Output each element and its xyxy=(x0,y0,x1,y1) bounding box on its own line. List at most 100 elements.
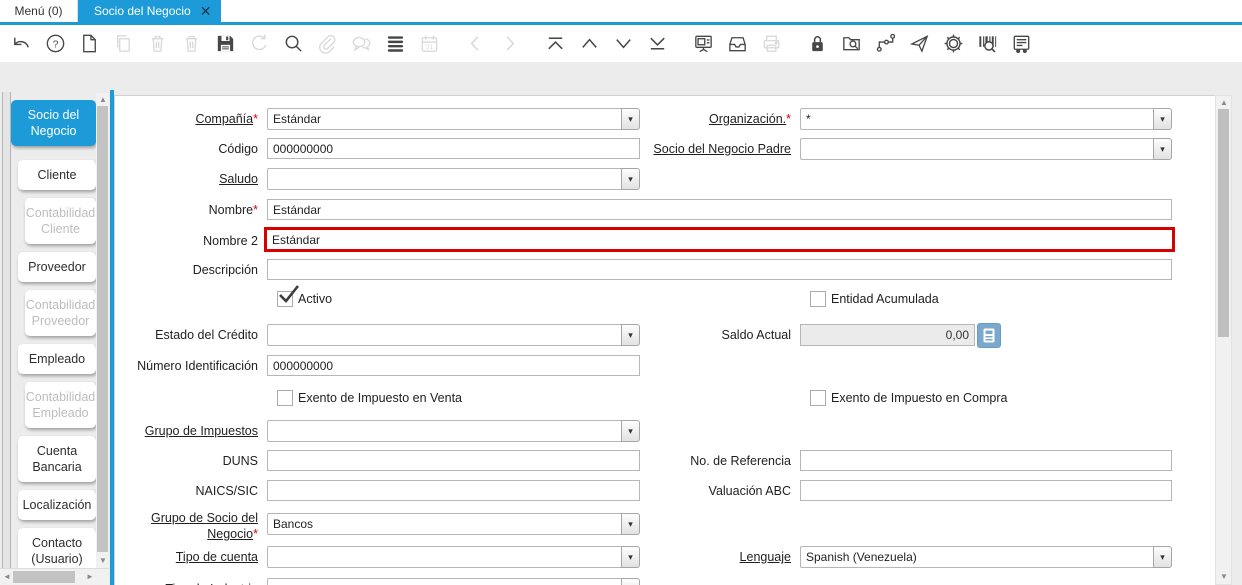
content-vscroll-thumb[interactable] xyxy=(1218,109,1229,337)
next-record-icon[interactable] xyxy=(612,32,635,55)
no-referencia-input[interactable] xyxy=(800,450,1172,471)
chat-icon xyxy=(350,32,373,55)
archive-icon[interactable] xyxy=(726,32,749,55)
field-label-saludo[interactable]: Saludo xyxy=(219,172,258,186)
grupo-socio-combo: ▾ xyxy=(267,513,640,535)
naics-input[interactable] xyxy=(267,480,640,501)
field-label-descripcion: Descripción xyxy=(192,263,258,277)
sidebar-horizontal-scrollbar[interactable]: ◄ ► xyxy=(0,568,109,585)
field-label-tipo-cuenta[interactable]: Tipo de cuenta xyxy=(176,550,258,564)
saludo-input[interactable] xyxy=(267,168,621,190)
sidebar-tabs: Socio del Negocio Cliente Contabilidad C… xyxy=(11,100,96,568)
field-label-compania[interactable]: Compañía xyxy=(195,112,253,126)
field-label-grupo-socio[interactable]: Grupo de Socio del Negocio xyxy=(151,511,258,541)
new-record-icon[interactable] xyxy=(78,32,101,55)
scroll-right-icon[interactable]: ► xyxy=(86,573,94,581)
workflow-icon[interactable] xyxy=(874,32,897,55)
scroll-down-icon[interactable]: ▼ xyxy=(99,557,107,565)
find-icon[interactable] xyxy=(282,32,305,55)
field-label-grupo-impuestos[interactable]: Grupo de Impuestos xyxy=(145,424,258,438)
process-icon[interactable] xyxy=(942,32,965,55)
west-splitter[interactable] xyxy=(2,92,11,585)
organizacion-input[interactable] xyxy=(800,108,1153,130)
exento-compra-checkbox[interactable]: Exento de Impuesto en Compra xyxy=(810,388,1172,408)
sidebar-vscroll-thumb[interactable] xyxy=(97,106,108,552)
tipo-industria-input[interactable] xyxy=(267,578,621,585)
sidebar-tab-cliente[interactable]: Cliente xyxy=(18,160,96,190)
help-icon[interactable]: ? xyxy=(44,32,67,55)
first-record-icon[interactable] xyxy=(544,32,567,55)
numero-identificacion-input[interactable] xyxy=(267,355,640,376)
tipo-cuenta-input[interactable] xyxy=(267,546,621,568)
sidebar-tab-proveedor[interactable]: Proveedor xyxy=(18,252,96,282)
field-label-tipo-industria: Tipo de Industria xyxy=(115,578,258,585)
scroll-up-icon[interactable]: ▲ xyxy=(99,96,107,104)
duns-input[interactable] xyxy=(267,450,640,471)
copy-record-icon xyxy=(112,32,135,55)
activo-checkbox[interactable]: Activo xyxy=(277,285,640,309)
sidebar-tab-contacto-usuario[interactable]: Contacto (Usuario) xyxy=(18,528,96,568)
chevron-down-icon[interactable]: ▾ xyxy=(621,420,640,442)
form-view-icon[interactable] xyxy=(692,32,715,55)
undo-icon[interactable] xyxy=(10,32,33,55)
chevron-down-icon[interactable]: ▾ xyxy=(621,513,640,535)
sidebar-tab-socio-del-negocio[interactable]: Socio del Negocio xyxy=(11,100,96,146)
codigo-input[interactable] xyxy=(267,138,640,159)
entidad-acumulada-checkbox[interactable]: Entidad Acumulada xyxy=(810,289,1172,309)
chevron-down-icon[interactable]: ▾ xyxy=(621,324,640,346)
save-icon[interactable] xyxy=(214,32,237,55)
chevron-down-icon[interactable]: ▾ xyxy=(1153,138,1172,160)
nombre2-input[interactable] xyxy=(264,227,1175,252)
last-record-icon[interactable] xyxy=(646,32,669,55)
field-label-socio-padre[interactable]: Socio del Negocio Padre xyxy=(653,142,791,156)
report-icon[interactable] xyxy=(1010,32,1033,55)
svg-text:31: 31 xyxy=(426,44,433,51)
descripcion-input[interactable] xyxy=(267,259,1172,280)
field-label-lenguaje[interactable]: Lenguaje xyxy=(740,550,791,564)
chevron-down-icon[interactable]: ▾ xyxy=(621,546,640,568)
nombre-input[interactable] xyxy=(267,199,1172,220)
calculator-icon[interactable] xyxy=(977,323,1001,348)
grid-toggle-icon[interactable] xyxy=(384,32,407,55)
product-info-icon[interactable] xyxy=(976,32,999,55)
next-page-icon xyxy=(498,32,521,55)
zoom-across-icon[interactable] xyxy=(840,32,863,55)
sidebar-tab-cuenta-bancaria[interactable]: Cuenta Bancaria xyxy=(18,436,96,482)
chevron-down-icon[interactable]: ▾ xyxy=(621,578,640,585)
grupo-socio-input[interactable] xyxy=(267,513,621,535)
exento-venta-label: Exento de Impuesto en Venta xyxy=(298,391,463,405)
compania-input[interactable] xyxy=(267,108,621,130)
scroll-up-icon[interactable]: ▲ xyxy=(1220,99,1228,107)
sidebar-vertical-scrollbar[interactable]: ▲ ▼ xyxy=(96,93,109,568)
sidebar-hscroll-thumb[interactable] xyxy=(13,571,75,583)
tab-socio-del-negocio[interactable]: Socio del Negocio ✕ xyxy=(78,0,222,22)
lock-icon[interactable] xyxy=(806,32,829,55)
field-label-estado-credito: Estado del Crédito xyxy=(155,328,258,342)
window-tabbar: Menú (0) Socio del Negocio ✕ xyxy=(0,0,1242,25)
estado-credito-input[interactable] xyxy=(267,324,621,346)
scroll-down-icon[interactable]: ▼ xyxy=(1220,573,1228,581)
scroll-left-icon[interactable]: ◄ xyxy=(3,573,11,581)
tipo-industria-combo: ▾ xyxy=(267,578,640,585)
sidebar-tab-localizacion[interactable]: Localización xyxy=(18,490,96,520)
content-vertical-scrollbar[interactable]: ▲ ▼ xyxy=(1215,95,1232,585)
organizacion-combo: ▾ xyxy=(800,108,1172,130)
chevron-down-icon[interactable]: ▾ xyxy=(621,168,640,190)
sidebar-tab-empleado[interactable]: Empleado xyxy=(18,344,96,374)
chevron-down-icon[interactable]: ▾ xyxy=(1153,546,1172,568)
close-icon[interactable]: ✕ xyxy=(200,4,212,18)
socio-padre-input[interactable] xyxy=(800,138,1153,160)
exento-venta-checkbox[interactable]: Exento de Impuesto en Venta xyxy=(277,388,640,408)
field-label-organizacion[interactable]: Organización. xyxy=(709,112,786,126)
chevron-down-icon[interactable]: ▾ xyxy=(1153,108,1172,130)
field-label-valuacion-abc: Valuación ABC xyxy=(708,484,791,498)
tab-menu[interactable]: Menú (0) xyxy=(0,0,78,22)
sidebar-tab-contabilidad-cliente: Contabilidad Cliente xyxy=(25,198,96,244)
chevron-down-icon[interactable]: ▾ xyxy=(621,108,640,130)
valuacion-abc-input[interactable] xyxy=(800,480,1172,501)
grupo-impuestos-input[interactable] xyxy=(267,420,621,442)
socio-padre-combo: ▾ xyxy=(800,138,1172,160)
previous-record-icon[interactable] xyxy=(578,32,601,55)
lenguaje-input[interactable] xyxy=(800,546,1153,568)
send-mail-icon[interactable] xyxy=(908,32,931,55)
